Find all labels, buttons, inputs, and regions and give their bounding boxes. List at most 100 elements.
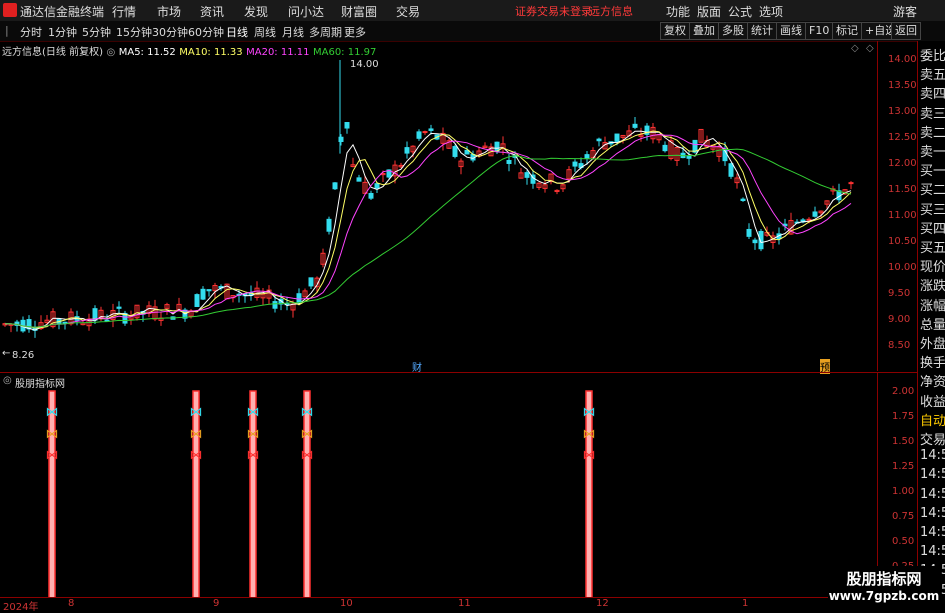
candle [848, 182, 854, 185]
quote-field-9: 买四 [920, 221, 945, 237]
indicator-tick: 1.25 [892, 461, 915, 472]
butterfly-icon: ⋈ [46, 448, 59, 463]
candle [344, 122, 350, 129]
period-15min[interactable]: 15分钟 [116, 24, 152, 40]
period-weekly[interactable]: 周线 [254, 24, 276, 40]
menu-faxian[interactable]: 发现 [244, 3, 268, 20]
signal-bar [303, 390, 311, 598]
candle [194, 294, 200, 308]
candle [116, 306, 122, 309]
candle [812, 211, 818, 217]
candle [62, 321, 68, 324]
low-arrow-icon: ← [2, 348, 11, 359]
signal-bar [48, 390, 56, 598]
menu-wenxiaoda[interactable]: 问小达 [288, 3, 324, 20]
candle [584, 154, 590, 159]
quote-field-5: 卖一 [920, 145, 945, 160]
quote-field-20: 交易 [920, 433, 945, 448]
period-multi[interactable]: 多周期 [309, 24, 342, 40]
indicator-pane[interactable]: ⋈ ⋈ ⋈ ⋈ ⋈ ⋈ ⋈ ⋈ ⋈ ⋈ ⋈ ⋈ ⋈ ⋈ ⋈ ◎ 股朋指标网 [0, 372, 877, 598]
indicator-tick: 1.50 [892, 436, 915, 447]
candle [368, 192, 374, 199]
price-tick: 13.00 [888, 106, 917, 117]
diamond-icon[interactable]: ◇ [851, 43, 859, 54]
candle [752, 239, 758, 244]
quote-field-3: 卖三 [920, 106, 945, 122]
tongji-button[interactable]: 统计 [747, 22, 777, 40]
butterfly-icon: ⋈ [583, 448, 596, 463]
butterfly-icon: ⋈ [247, 427, 260, 442]
diejia-button[interactable]: 叠加 [689, 22, 719, 40]
candle [614, 133, 620, 142]
indicator-tick: 0.75 [892, 511, 915, 522]
price-tick: 14.00 [888, 54, 917, 65]
menu-caifuquan[interactable]: 财富圈 [341, 3, 377, 20]
duogu-button[interactable]: 多股 [718, 22, 748, 40]
app-name: 通达信金融终端 [20, 5, 105, 19]
period-5min[interactable]: 5分钟 [82, 24, 111, 40]
menu-hangqing[interactable]: 行情 [112, 3, 136, 20]
quote-field-7: 买二 [920, 183, 945, 199]
back-button[interactable]: 返回 [891, 22, 921, 40]
period-toolbar: | 分时 1分钟 5分钟 15分钟 30分钟 60分钟 日线 周线 月线 多周期… [0, 21, 945, 42]
kline-chart[interactable]: 远方信息(日线 前复权) ◎ MA5: 11.52 MA10: 11.33 MA… [0, 41, 877, 374]
menu-xuanxiang[interactable]: 选项 [759, 3, 783, 20]
menu-banmian[interactable]: 版面 [697, 3, 721, 20]
indicator-tick: 1.00 [892, 486, 915, 497]
ma5-label: MA5: 11.52 [118, 47, 176, 58]
f10-button[interactable]: F10 [805, 22, 834, 40]
candle [572, 161, 578, 167]
quote-field-13: 涨幅 [920, 298, 945, 314]
kline-canvas[interactable] [0, 41, 877, 371]
menu-gongshi[interactable]: 公式 [728, 3, 752, 20]
watermark-url: www.7gpzb.com [828, 589, 940, 603]
period-1min[interactable]: 1分钟 [48, 24, 77, 40]
butterfly-icon: ⋈ [301, 448, 314, 463]
candle [662, 144, 668, 152]
quote-field-11: 现价 [920, 260, 945, 276]
low-price-label: 8.26 [12, 350, 35, 361]
price-axis: 14.00 13.50 13.00 12.50 12.00 11.50 11.0… [877, 41, 918, 371]
indicator-tick: 1.75 [892, 411, 915, 422]
chart-settings-icon[interactable]: ◇ [866, 43, 874, 54]
butterfly-icon: ⋈ [583, 405, 596, 420]
period-fenshi[interactable]: 分时 [20, 24, 42, 40]
menu-gongneng[interactable]: 功能 [666, 3, 690, 20]
user-guest[interactable]: 游客 [893, 3, 917, 20]
period-monthly[interactable]: 月线 [282, 24, 304, 40]
indicator-axis: 2.00 1.75 1.50 1.25 1.00 0.75 0.50 0.25 [877, 372, 918, 598]
fuquan-button[interactable]: 复权 [660, 22, 690, 40]
period-more[interactable]: 更多 [344, 24, 366, 40]
price-tick: 12.50 [888, 132, 917, 143]
huaxian-button[interactable]: 画线 [776, 22, 806, 40]
candle [416, 131, 422, 139]
quote-field-10: 买五 [920, 241, 945, 256]
indicator-canvas[interactable]: ⋈ ⋈ ⋈ ⋈ ⋈ ⋈ ⋈ ⋈ ⋈ ⋈ ⋈ ⋈ ⋈ ⋈ ⋈ [0, 373, 877, 598]
login-warning[interactable]: 证券交易未登录 [515, 3, 592, 19]
date-label: 10 [340, 598, 353, 609]
quote-panel: 委比 卖五 卖四 卖三 卖二 卖一 买一 买二 买三 买四 买五 现价 涨跌 涨幅 总量 外盘 换手 净资 收益 自动… [917, 41, 945, 606]
legend-toggle-icon[interactable]: ◎ [106, 47, 115, 58]
butterfly-icon: ⋈ [190, 448, 203, 463]
menu-jiaoyi[interactable]: 交易 [396, 3, 420, 20]
period-daily[interactable]: 日线 [226, 24, 248, 40]
date-label: 2024年 [3, 602, 39, 613]
indicator-title: 股朋指标网 [15, 379, 65, 390]
biaoji-button[interactable]: 标记 [832, 22, 862, 40]
candle [632, 123, 638, 128]
period-30min[interactable]: 30分钟 [152, 24, 188, 40]
candle [404, 147, 410, 154]
indicator-tick: 0.50 [892, 536, 915, 547]
watermark-title: 股朋指标网 [846, 570, 922, 588]
quote-field-19: 自动 [920, 413, 945, 429]
signal-bar [249, 390, 257, 598]
candle [428, 128, 434, 131]
period-60min[interactable]: 60分钟 [188, 24, 224, 40]
menu-shichang[interactable]: 市场 [157, 3, 181, 20]
indicator-toggle-icon[interactable]: ◎ [3, 375, 12, 386]
price-tick: 8.50 [888, 340, 911, 351]
candle [272, 301, 278, 309]
menu-zixun[interactable]: 资讯 [200, 3, 224, 20]
candle [746, 228, 752, 237]
candle [506, 159, 512, 164]
